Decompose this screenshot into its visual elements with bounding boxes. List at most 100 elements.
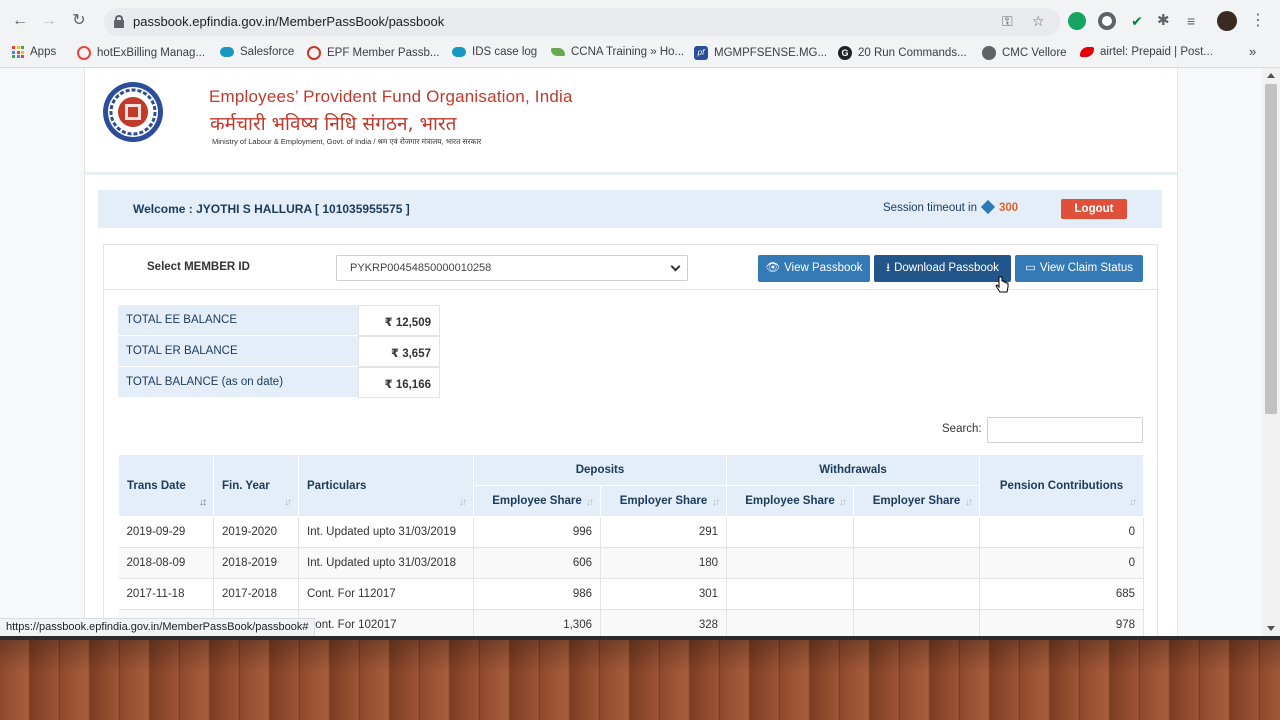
- bookmark-hotexbilling[interactable]: hotExBilling Manag...: [77, 46, 205, 60]
- bookmark-ids-case-log[interactable]: IDS case log: [452, 46, 537, 58]
- member-id-select[interactable]: PYKRP00454850000010258: [336, 255, 688, 281]
- bookmarks-bar: Apps hotExBilling Manag... Salesforce EP…: [0, 42, 1280, 68]
- cell-pension: 685: [979, 578, 1145, 610]
- column-header-fin-year[interactable]: Fin. Year ↓↑: [213, 454, 299, 517]
- cell-withdrawal-employer: [853, 547, 981, 579]
- sort-icon: ↓↑: [965, 497, 973, 508]
- cell-particulars: Cont. For 112017: [298, 578, 474, 610]
- cell-deposit-employer: 180: [600, 547, 728, 579]
- column-header-pension[interactable]: Pension Contributions ↓↑: [979, 454, 1145, 517]
- timer-icon: [980, 199, 996, 215]
- apps-grid-icon: [12, 46, 24, 58]
- forward-arrow-icon[interactable]: →: [38, 10, 60, 32]
- more-bookmarks-icon[interactable]: »: [1249, 44, 1256, 59]
- cell-particulars: Int. Updated upto 31/03/2019: [298, 516, 474, 548]
- bookmark-apps[interactable]: Apps: [12, 46, 56, 58]
- table-row: 2017-11-18 2017-2018 Cont. For 112017 98…: [118, 578, 1145, 610]
- url-text: passbook.epfindia.gov.in/MemberPassBook/…: [133, 14, 445, 29]
- cell-withdrawal-employer: [853, 578, 981, 610]
- puzzle-extensions-icon[interactable]: ✱: [1157, 12, 1175, 30]
- checkmark-extension-icon[interactable]: ✔: [1128, 12, 1146, 30]
- search-input[interactable]: [987, 417, 1143, 443]
- floor-shadow: [0, 640, 1280, 720]
- balance-label: TOTAL EE BALANCE: [118, 305, 358, 336]
- cell-trans-date: 2019-09-29: [118, 516, 214, 548]
- cell-withdrawal-employee: [726, 547, 855, 579]
- session-count: 300: [998, 202, 1019, 214]
- table-row: 2018-08-09 2018-2019 Int. Updated upto 3…: [118, 547, 1145, 579]
- key-icon[interactable]: ⚿: [1002, 13, 1013, 30]
- session-label: Session timeout in: [883, 202, 977, 214]
- header-divider: [85, 172, 1177, 175]
- cell-pension: 0: [979, 547, 1145, 579]
- session-timeout: Session timeout in 300: [883, 199, 1019, 215]
- download-passbook-button[interactable]: ⭳ Download Passbook: [874, 255, 1011, 282]
- sort-icon: ↓↑: [586, 497, 594, 508]
- download-icon: ⭳: [886, 262, 891, 274]
- browser-toolbar: ← → ↻ passbook.epfindia.gov.in/MemberPas…: [0, 0, 1280, 42]
- sort-icon: ↓↑: [712, 497, 720, 508]
- balance-value: ₹ 12,509: [358, 305, 440, 336]
- column-header-trans-date[interactable]: Trans Date ↓↕: [118, 454, 214, 517]
- media-playlist-icon[interactable]: ≡: [1187, 12, 1205, 30]
- bookmark-mgmpfsense[interactable]: pf MGMPFSENSE.MG...: [694, 46, 827, 60]
- bookmark-salesforce[interactable]: Salesforce: [220, 46, 294, 58]
- org-title-hindi: कर्मचारी भविष्य निधि संगठन, भारत: [210, 113, 457, 135]
- more-menu-icon[interactable]: ⋮: [1250, 10, 1266, 30]
- search-label: Search:: [942, 423, 982, 435]
- cell-withdrawal-employee: [726, 516, 855, 548]
- circle-extension-icon[interactable]: [1098, 12, 1116, 30]
- balance-label: TOTAL BALANCE (as on date): [118, 367, 358, 398]
- epfo-logo-icon: [103, 82, 163, 142]
- page-scrollbar[interactable]: [1262, 68, 1280, 640]
- cell-deposit-employer: 301: [600, 578, 728, 610]
- balance-value: ₹ 16,166: [358, 367, 440, 398]
- cloud-icon: [452, 47, 466, 57]
- profile-avatar-icon[interactable]: [1217, 11, 1237, 31]
- column-header-withdrawal-employer[interactable]: Employer Share ↓↑: [853, 485, 981, 517]
- grammarly-extension-icon[interactable]: [1068, 12, 1086, 30]
- back-arrow-icon[interactable]: ←: [9, 10, 31, 32]
- sort-icon: ↓↑: [459, 497, 467, 508]
- bookmark-epf-passbook[interactable]: EPF Member Passb...: [307, 46, 439, 60]
- cell-deposit-employer: 291: [600, 516, 728, 548]
- logout-button[interactable]: Logout: [1061, 199, 1127, 219]
- ministry-subtitle: Ministry of Labour & Employment, Govt. o…: [212, 137, 482, 146]
- epfo-icon: [307, 46, 321, 60]
- chevron-down-icon: [670, 261, 681, 272]
- cell-trans-date: 2018-08-09: [118, 547, 214, 579]
- scrollbar-thumb[interactable]: [1265, 84, 1277, 414]
- bookmark-run-commands[interactable]: G 20 Run Commands...: [838, 46, 967, 60]
- cell-deposit-employee: 986: [473, 578, 601, 610]
- globe-icon: [77, 46, 91, 60]
- view-passbook-button[interactable]: 👁 View Passbook: [758, 255, 870, 282]
- star-icon[interactable]: ☆: [1032, 13, 1045, 30]
- column-header-withdrawal-employee[interactable]: Employee Share ↓↑: [726, 485, 855, 517]
- column-header-particulars[interactable]: Particulars ↓↑: [298, 454, 474, 517]
- g-icon: G: [838, 46, 852, 60]
- bookmark-airtel[interactable]: airtel: Prepaid | Post...: [1080, 46, 1213, 58]
- member-id-value: PYKRP00454850000010258: [350, 262, 492, 274]
- bookmark-cmc-vellore[interactable]: CMC Vellore: [982, 46, 1067, 60]
- org-title-english: Employees’ Provident Fund Organisation, …: [209, 87, 573, 106]
- bookmark-ccna-training[interactable]: CCNA Training » Ho...: [551, 46, 684, 58]
- cloud-icon: [220, 47, 234, 57]
- sort-desc-icon: ↓↕: [199, 497, 207, 508]
- cell-pension: 0: [979, 516, 1145, 548]
- address-bar[interactable]: passbook.epfindia.gov.in/MemberPassBook/…: [104, 8, 1060, 36]
- table-row: 2019-09-29 2019-2020 Int. Updated upto 3…: [118, 516, 1145, 548]
- member-id-label: Select MEMBER ID: [147, 261, 250, 273]
- scroll-down-icon[interactable]: [1267, 626, 1275, 631]
- balance-row-ee: TOTAL EE BALANCE ₹ 12,509: [118, 305, 440, 336]
- scroll-up-icon[interactable]: [1267, 73, 1275, 78]
- cell-withdrawal-employee: [726, 578, 855, 610]
- card-icon: ▭: [1025, 262, 1036, 274]
- reload-icon[interactable]: ↻: [68, 10, 90, 32]
- cell-withdrawal-employer: [853, 516, 981, 548]
- welcome-text: Welcome : JYOTHI S HALLURA [ 10103595557…: [133, 202, 410, 216]
- column-header-deposit-employee[interactable]: Employee Share ↓↑: [473, 485, 601, 517]
- column-header-deposit-employer[interactable]: Employer Share ↓↑: [599, 485, 728, 517]
- view-claim-status-button[interactable]: ▭ View Claim Status: [1015, 255, 1143, 282]
- sort-icon: ↓↑: [284, 497, 292, 508]
- sort-icon: ↓↑: [1129, 497, 1137, 508]
